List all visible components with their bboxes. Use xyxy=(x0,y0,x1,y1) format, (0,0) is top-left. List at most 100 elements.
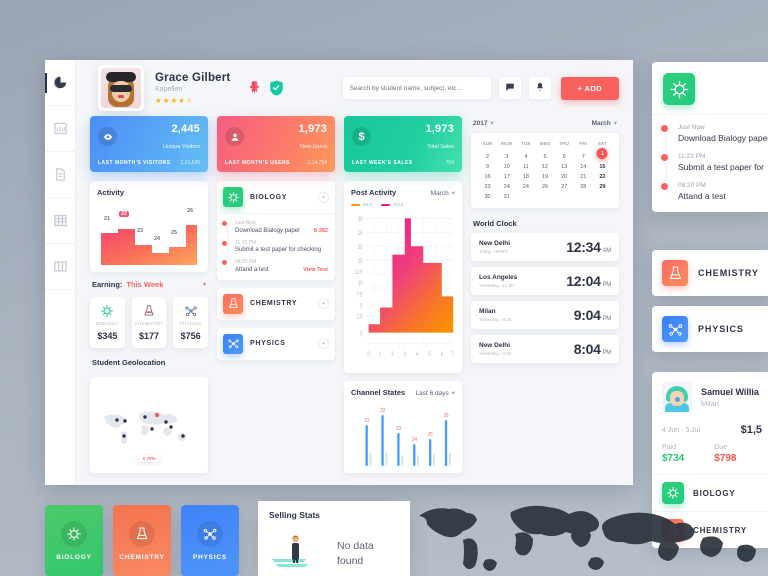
stat-card-users[interactable]: 1,973 New Users LAST MONTH'S USERS 1,14,… xyxy=(217,116,335,172)
tile-physics[interactable]: PHYSICS xyxy=(181,505,239,576)
calendar-day[interactable]: 17 xyxy=(497,174,516,180)
calendar-day[interactable]: 29 xyxy=(593,184,612,190)
stat-card-visitors[interactable]: 2,445 Unique Visitors LAST MONTH'S VISIT… xyxy=(90,116,208,172)
calendar-day[interactable]: 9 xyxy=(478,164,497,170)
calendar-day[interactable]: 6 xyxy=(555,154,574,160)
sidebar-item-dashboard[interactable] xyxy=(45,60,75,106)
shield-check-icon[interactable] xyxy=(269,80,284,97)
header-badges xyxy=(247,80,284,97)
world-map-small[interactable]: ● 70% xyxy=(97,390,201,466)
timeline-item[interactable]: Just Now Download Bialogy paper xyxy=(661,124,768,143)
sidebar-item-tables[interactable] xyxy=(45,198,75,244)
calendar-month-select[interactable]: March ▾ xyxy=(592,119,617,127)
avatar[interactable] xyxy=(98,65,144,111)
calendar-day[interactable]: 15 xyxy=(593,164,612,170)
timeline-item[interactable]: 08:20 PM Attand a test View Test xyxy=(222,259,328,273)
profile-header: Samuel Willia Milan xyxy=(652,372,768,420)
subject-title: CHEMISTRY xyxy=(250,300,298,307)
world-clock-item[interactable]: Milan Yesterday, -3:30 9:04 PM xyxy=(471,301,619,329)
sidebar-item-documents[interactable] xyxy=(45,152,75,198)
timeline-tag[interactable]: View Test xyxy=(303,267,328,273)
sidebar-item-columns[interactable] xyxy=(45,244,75,290)
calendar-grid[interactable]: SUN MON TUE WED THU FRI SAT 1 2 3 4 5 6 … xyxy=(478,141,612,200)
post-activity-month-select[interactable]: March ▾ xyxy=(431,189,455,197)
timeline-text: Submit a test paper for xyxy=(678,162,764,172)
search-input[interactable] xyxy=(349,84,484,92)
subject-earning-biology[interactable]: BIOLOGY $345 xyxy=(90,297,125,348)
weekday-label: FRI xyxy=(579,141,588,146)
tile-chemistry[interactable]: CHEMISTRY xyxy=(113,505,171,576)
calendar-day[interactable]: 21 xyxy=(574,174,593,180)
sidebar-item-analytics[interactable] xyxy=(45,106,75,152)
timeline-item[interactable]: 08:20 PM Attand a test xyxy=(661,182,761,201)
table-icon xyxy=(53,213,68,228)
earning-selector[interactable]: Earning: This Week ▾ xyxy=(90,280,208,289)
calendar-day[interactable]: 7 xyxy=(574,154,593,160)
floating-physics-card[interactable]: PHYSICS xyxy=(652,306,768,352)
calendar-day[interactable]: 20 xyxy=(555,174,574,180)
calendar-day[interactable]: 28 xyxy=(574,184,593,190)
timeline-tag[interactable]: 8-382 xyxy=(314,228,328,234)
document-icon xyxy=(53,167,68,182)
search-box[interactable] xyxy=(342,77,491,99)
chemistry-panel[interactable]: CHEMISTRY ▾ xyxy=(217,287,335,320)
avatar[interactable] xyxy=(662,382,692,412)
stat-footer: LAST WEEK'S SALES 754 xyxy=(352,160,454,166)
chevron-down-icon[interactable]: ▾ xyxy=(318,338,329,349)
world-clock-item[interactable]: New Delhi Today, +0HRS 12:34 AM xyxy=(471,233,619,261)
timeline-item[interactable]: 11:23 PM Submit a test paper for checkin… xyxy=(222,240,328,253)
pie-chart-icon xyxy=(53,75,68,90)
calendar-day[interactable]: 30 xyxy=(478,194,497,200)
physics-panel[interactable]: PHYSICS ▾ xyxy=(217,327,335,360)
award-ribbon-icon[interactable] xyxy=(247,80,262,97)
biology-timeline: Just Now Download Bialogy paper 8-382 11… xyxy=(217,213,335,280)
calendar-day[interactable]: 5 xyxy=(535,154,554,160)
calendar-day[interactable]: 26 xyxy=(535,184,554,190)
svg-text:12.5: 12.5 xyxy=(355,269,363,276)
chevron-down-icon[interactable]: ▾ xyxy=(203,281,206,288)
physics-atom-icon xyxy=(662,316,688,342)
profile-dates: 4 Jun - 5 Jul xyxy=(662,426,701,434)
calendar-day[interactable]: 24 xyxy=(516,184,535,190)
subject-earning-physics[interactable]: PHYSICS $756 xyxy=(173,297,209,348)
calendar-day[interactable]: 4 xyxy=(516,154,535,160)
legend-item-max: MAX xyxy=(381,202,404,207)
timeline-item[interactable]: 11:23 PM Submit a test paper for xyxy=(661,153,764,172)
calendar-year-select[interactable]: 2017 ▾ xyxy=(473,119,494,127)
tile-biology[interactable]: BIOLOGY xyxy=(45,505,103,576)
clock-time: 9:04 PM xyxy=(573,307,612,323)
add-button[interactable]: + ADD xyxy=(560,76,619,100)
calendar-day[interactable]: 16 xyxy=(478,174,497,180)
calendar-day[interactable]: 12 xyxy=(535,164,554,170)
due-label: Due xyxy=(714,444,728,451)
world-clock-item[interactable]: Los Angeles Yesterday, -12:30 12:04 PM xyxy=(471,267,619,295)
biology-panel-header[interactable]: BIOLOGY ▴ xyxy=(217,181,335,213)
biology-icon xyxy=(61,520,87,547)
chat-button[interactable] xyxy=(498,77,521,99)
user-icon xyxy=(225,127,244,146)
calendar-day[interactable]: 24 xyxy=(497,184,516,190)
calendar-day[interactable]: 3 xyxy=(497,154,516,160)
calendar-day[interactable]: 10 xyxy=(497,164,516,170)
subject-earning-chemistry[interactable]: CHEMISTRY $177 xyxy=(131,297,167,348)
calendar-day[interactable]: 19 xyxy=(535,174,554,180)
floating-chemistry-card[interactable]: CHEMISTRY xyxy=(652,250,768,296)
calendar-day[interactable]: 27 xyxy=(555,184,574,190)
notifications-button[interactable] xyxy=(528,77,551,99)
timeline-item[interactable]: Just Now Download Bialogy paper 8-382 xyxy=(222,220,328,234)
more-options-icon[interactable]: ▴ xyxy=(318,191,329,203)
timeline-time: Just Now xyxy=(678,124,705,131)
calendar-day[interactable]: 31 xyxy=(497,194,516,200)
calendar-day[interactable]: 23 xyxy=(478,184,497,190)
calendar-day[interactable]: 22 xyxy=(593,174,612,180)
calendar-day[interactable]: 18 xyxy=(516,174,535,180)
calendar-day[interactable]: 2 xyxy=(478,154,497,160)
calendar-day[interactable]: 11 xyxy=(516,164,535,170)
chevron-down-icon[interactable]: ▾ xyxy=(318,298,329,309)
calendar-day[interactable]: 14 xyxy=(574,164,593,170)
stat-card-sales[interactable]: $ 1,973 Total Sales LAST WEEK'S SALES 75… xyxy=(344,116,462,172)
world-clock-item[interactable]: New Delhi Yesterday, -4:30 8:04 PM xyxy=(471,335,619,363)
calendar-day[interactable]: 13 xyxy=(555,164,574,170)
channel-states-range-select[interactable]: Last 6 days ▾ xyxy=(415,389,455,397)
right-column: 2017 ▾ March ▾ SUN MON TUE WED THU FRI SAT xyxy=(471,116,619,473)
